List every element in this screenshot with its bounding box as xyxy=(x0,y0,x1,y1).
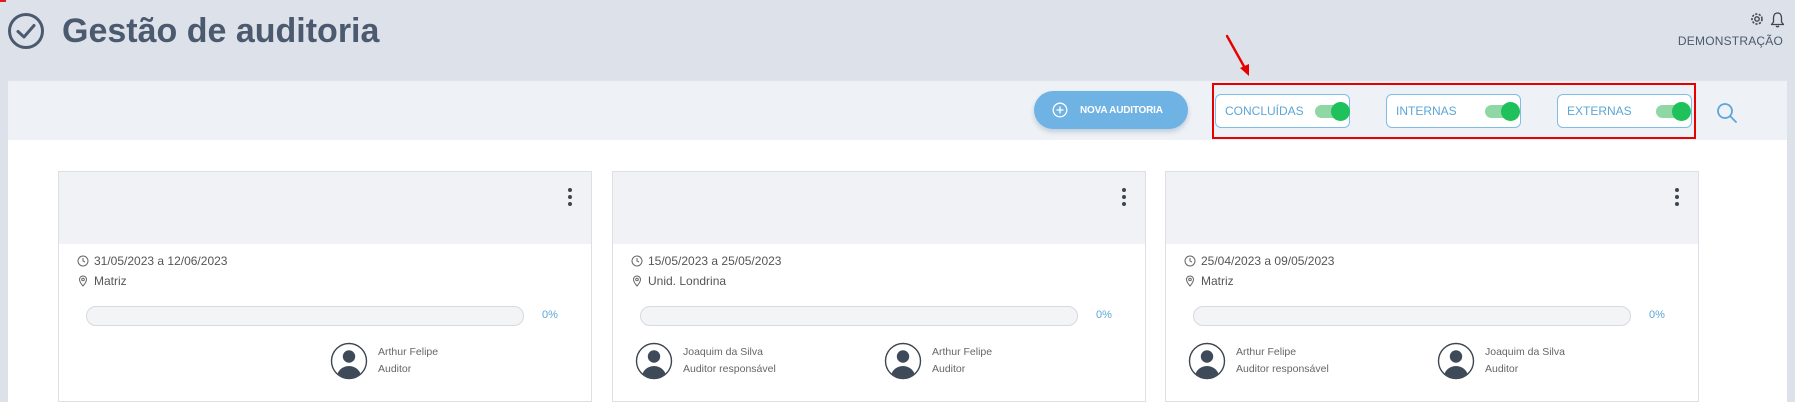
auditor: Arthur Felipe Auditor responsável xyxy=(1188,342,1329,380)
card-header xyxy=(1166,172,1698,244)
progress-bar xyxy=(640,306,1078,326)
audit-unit: Unid. Londrina xyxy=(631,274,726,288)
arrow-annotation xyxy=(1225,34,1249,76)
new-audit-button-label: NOVA AUDITORIA xyxy=(1080,104,1163,116)
user-area: DEMONSTRAÇÃO xyxy=(1673,10,1785,52)
location-pin-icon xyxy=(1185,275,1195,287)
page-header: Gestão de auditoria DEMONSTRAÇÃO xyxy=(0,0,1795,80)
more-options-icon[interactable] xyxy=(1674,188,1680,210)
more-options-icon[interactable] xyxy=(567,188,573,210)
new-audit-button[interactable]: NOVA AUDITORIA xyxy=(1034,91,1188,129)
card-header xyxy=(613,172,1145,244)
clock-icon xyxy=(1184,255,1196,267)
location-pin-icon xyxy=(78,275,88,287)
page-title: Gestão de auditoria xyxy=(62,12,380,50)
filters-highlight-box xyxy=(1212,83,1696,139)
avatar-icon xyxy=(635,342,673,380)
clock-icon xyxy=(77,255,89,267)
gear-icon[interactable] xyxy=(1749,11,1765,27)
auditor: Joaquim da Silva Auditor xyxy=(1437,342,1565,380)
audit-unit: Matriz xyxy=(77,274,127,288)
location-pin-icon xyxy=(632,275,642,287)
audit-card[interactable]: 15/05/2023 a 25/05/2023 Unid. Londrina 0… xyxy=(612,171,1146,402)
audit-unit: Matriz xyxy=(1184,274,1234,288)
progress-percent: 0% xyxy=(542,309,558,321)
avatar-icon xyxy=(330,342,368,380)
clock-icon xyxy=(631,255,643,267)
avatar-icon xyxy=(1437,342,1475,380)
progress-percent: 0% xyxy=(1649,309,1665,321)
more-options-icon[interactable] xyxy=(1121,188,1127,210)
plus-circle-icon xyxy=(1052,102,1068,118)
bell-icon[interactable] xyxy=(1770,11,1785,28)
auditor: Arthur Felipe Auditor xyxy=(884,342,992,380)
auditor: Joaquim da Silva Auditor responsável xyxy=(635,342,776,380)
audit-period: 15/05/2023 a 25/05/2023 xyxy=(631,254,781,268)
progress-bar xyxy=(86,306,524,326)
avatar-icon xyxy=(884,342,922,380)
audit-card[interactable]: 25/04/2023 a 09/05/2023 Matriz 0% Arthur… xyxy=(1165,171,1699,402)
audit-period: 25/04/2023 a 09/05/2023 xyxy=(1184,254,1334,268)
check-circle-icon xyxy=(8,13,44,49)
organization-name[interactable]: DEMONSTRAÇÃO xyxy=(1678,34,1783,48)
avatar-icon xyxy=(1188,342,1226,380)
audit-period: 31/05/2023 a 12/06/2023 xyxy=(77,254,227,268)
card-header xyxy=(59,172,591,244)
search-icon[interactable] xyxy=(1716,102,1738,124)
progress-bar xyxy=(1193,306,1631,326)
progress-percent: 0% xyxy=(1096,309,1112,321)
audit-card[interactable]: 31/05/2023 a 12/06/2023 Matriz 0% Arthur… xyxy=(58,171,592,402)
auditor: Arthur Felipe Auditor xyxy=(330,342,438,380)
